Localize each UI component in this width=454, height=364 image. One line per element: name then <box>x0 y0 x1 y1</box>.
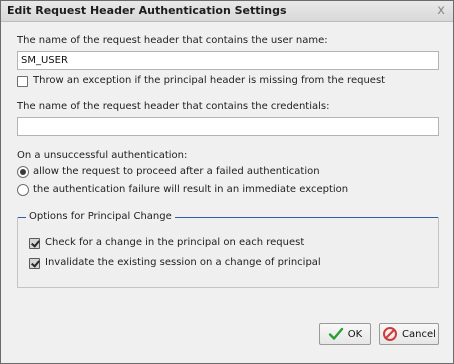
close-icon[interactable]: x <box>437 3 445 19</box>
check-principal-checkbox[interactable] <box>29 238 40 249</box>
ok-button[interactable]: OK <box>319 323 371 345</box>
principal-change-group: Options for Principal Change Check for a… <box>17 211 439 288</box>
user-header-input[interactable] <box>17 51 439 70</box>
cancel-button[interactable]: Cancel <box>379 323 439 345</box>
principal-change-legend: Options for Principal Change <box>26 211 175 222</box>
checkmark-icon <box>328 327 343 340</box>
credentials-header-label: The name of the request header that cont… <box>17 101 330 112</box>
title-bar: Edit Request Header Authentication Setti… <box>1 1 453 22</box>
unsuccessful-auth-label: On a unsuccessful authentication: <box>17 150 188 161</box>
allow-proceed-label: allow the request to proceed after a fai… <box>33 166 320 177</box>
cancel-button-label: Cancel <box>402 328 436 340</box>
invalidate-session-checkbox[interactable] <box>29 258 40 269</box>
immediate-exception-radio[interactable] <box>17 184 29 196</box>
allow-proceed-radio[interactable] <box>17 166 29 178</box>
user-header-label: The name of the request header that cont… <box>17 35 328 46</box>
invalidate-session-label: Invalidate the existing session on a cha… <box>45 257 321 268</box>
throw-exception-checkbox[interactable] <box>17 76 28 87</box>
cancel-icon <box>383 327 398 341</box>
throw-exception-label: Throw an exception if the principal head… <box>33 75 386 86</box>
dialog-title: Edit Request Header Authentication Setti… <box>7 4 287 17</box>
immediate-exception-label: the authentication failure will result i… <box>33 184 349 195</box>
credentials-header-input[interactable] <box>17 117 439 136</box>
ok-button-label: OK <box>347 328 363 340</box>
edit-settings-dialog: Edit Request Header Authentication Setti… <box>0 0 454 364</box>
check-principal-label: Check for a change in the principal on e… <box>45 237 305 248</box>
